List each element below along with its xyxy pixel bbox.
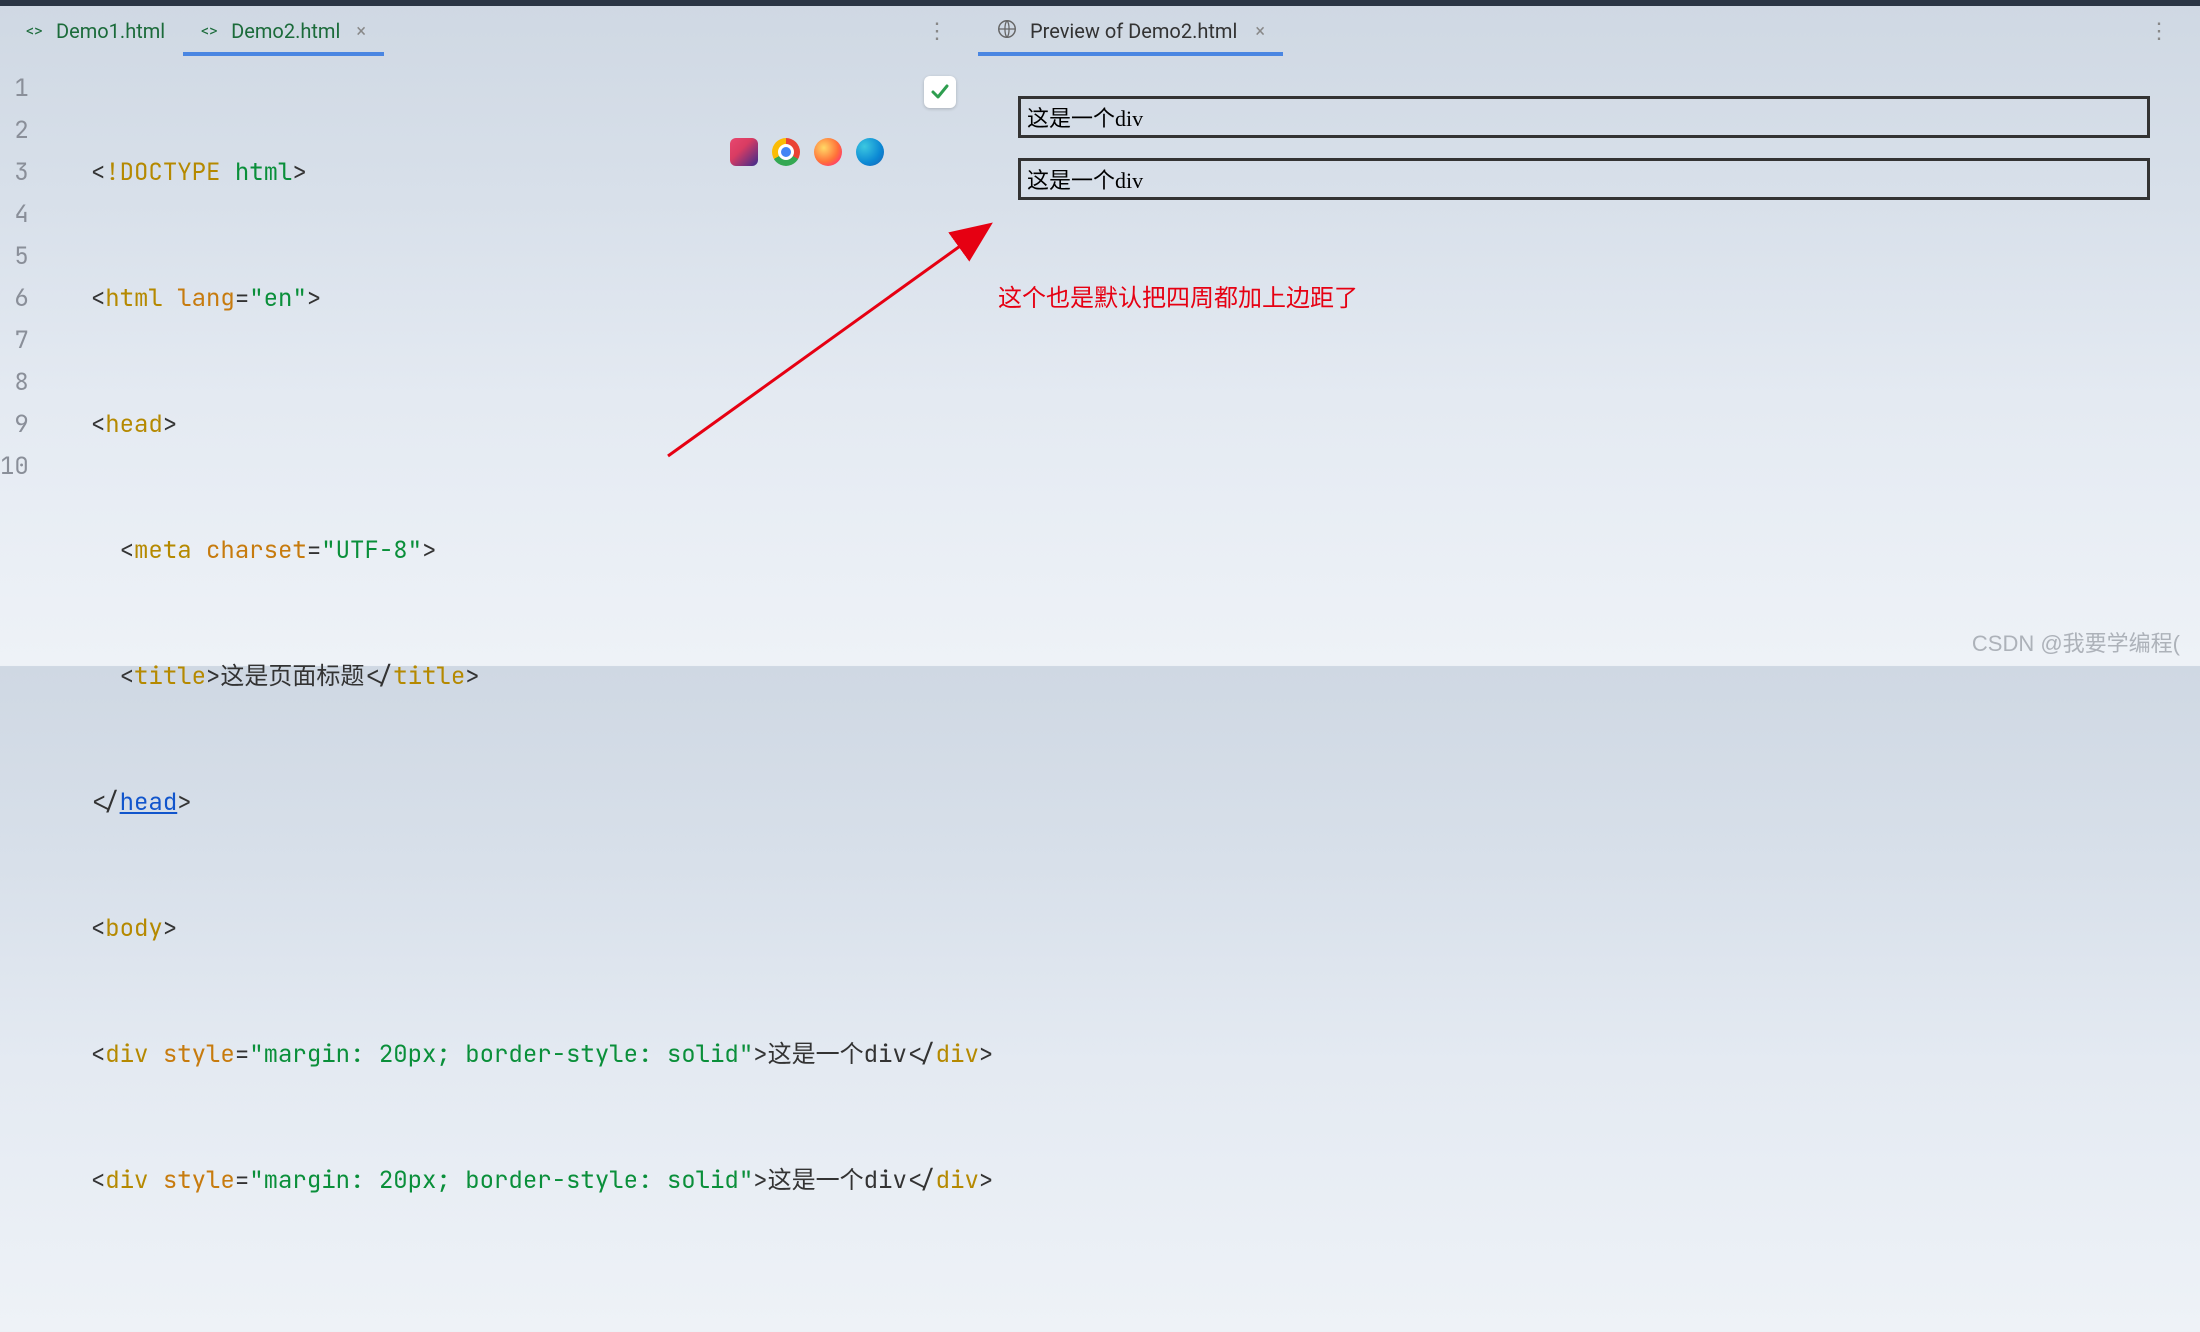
code-line: <div style="margin: 20px; border-style: … [91,1160,993,1202]
intellij-icon[interactable] [730,138,758,166]
code-line: <body> [91,908,993,950]
preview-tabs: Preview of Demo2.html × ⋮ [968,6,2200,56]
edge-icon[interactable] [856,138,884,166]
code-line: <html lang="en"> [91,278,993,320]
code-line: <div style="margin: 20px; border-style: … [91,1034,993,1076]
tabs-more-icon[interactable]: ⋮ [926,19,968,44]
annotation-text: 这个也是默认把四周都加上边距了 [998,278,1358,313]
code-editor[interactable]: 1 2 3 4 5 6 7 8 9 10 <!DOCTYPE html> <ht… [0,56,968,1332]
line-number: 2 [0,110,29,152]
preview-more-icon[interactable]: ⋮ [2148,19,2200,44]
editor-tabs: <> Demo1.html <> Demo2.html × ⋮ [0,6,968,56]
status-ok-icon [924,76,956,108]
line-number: 9 [0,404,29,446]
svg-text:<>: <> [201,21,218,40]
code-line [91,1286,993,1328]
line-number: 6 [0,278,29,320]
line-number: 7 [0,320,29,362]
html-file-icon: <> [26,21,46,41]
watermark: CSDN @我要学编程( [1972,626,2180,658]
code-line: <head> [91,404,993,446]
tab-label: Demo1.html [56,19,165,43]
preview-div-1: 这是一个div [1018,96,2150,138]
editor-pane: <> Demo1.html <> Demo2.html × ⋮ 1 2 3 4 … [0,6,968,666]
preview-tab[interactable]: Preview of Demo2.html × [978,6,1283,56]
code-content[interactable]: <!DOCTYPE html> <html lang="en"> <head> … [49,56,993,1332]
firefox-icon[interactable] [814,138,842,166]
svg-text:<>: <> [26,21,43,40]
preview-body: 这是一个div 这是一个div 这个也是默认把四周都加上边距了 [968,56,2200,666]
close-icon[interactable]: × [1255,21,1265,42]
main-container: <> Demo1.html <> Demo2.html × ⋮ 1 2 3 4 … [0,6,2200,666]
tab-demo2[interactable]: <> Demo2.html × [183,6,384,56]
chrome-icon[interactable] [772,138,800,166]
code-line: <title>这是页面标题</title> [91,656,993,698]
tab-demo1[interactable]: <> Demo1.html [8,6,183,56]
line-number: 8 [0,362,29,404]
globe-icon [996,18,1018,44]
line-number: 10 [0,446,29,488]
tab-label: Demo2.html [231,19,340,43]
code-line: <meta charset="UTF-8"> [91,530,993,572]
preview-div-2: 这是一个div [1018,158,2150,200]
code-line: </head> [91,782,993,824]
html-file-icon: <> [201,21,221,41]
browser-icons-toolbar [730,138,884,166]
line-number: 4 [0,194,29,236]
close-icon[interactable]: × [356,21,366,42]
line-number: 1 [0,68,29,110]
line-gutter: 1 2 3 4 5 6 7 8 9 10 [0,56,49,1332]
line-number: 3 [0,152,29,194]
preview-tab-label: Preview of Demo2.html [1030,19,1237,43]
line-number: 5 [0,236,29,278]
preview-pane: Preview of Demo2.html × ⋮ 这是一个div 这是一个di… [968,6,2200,666]
